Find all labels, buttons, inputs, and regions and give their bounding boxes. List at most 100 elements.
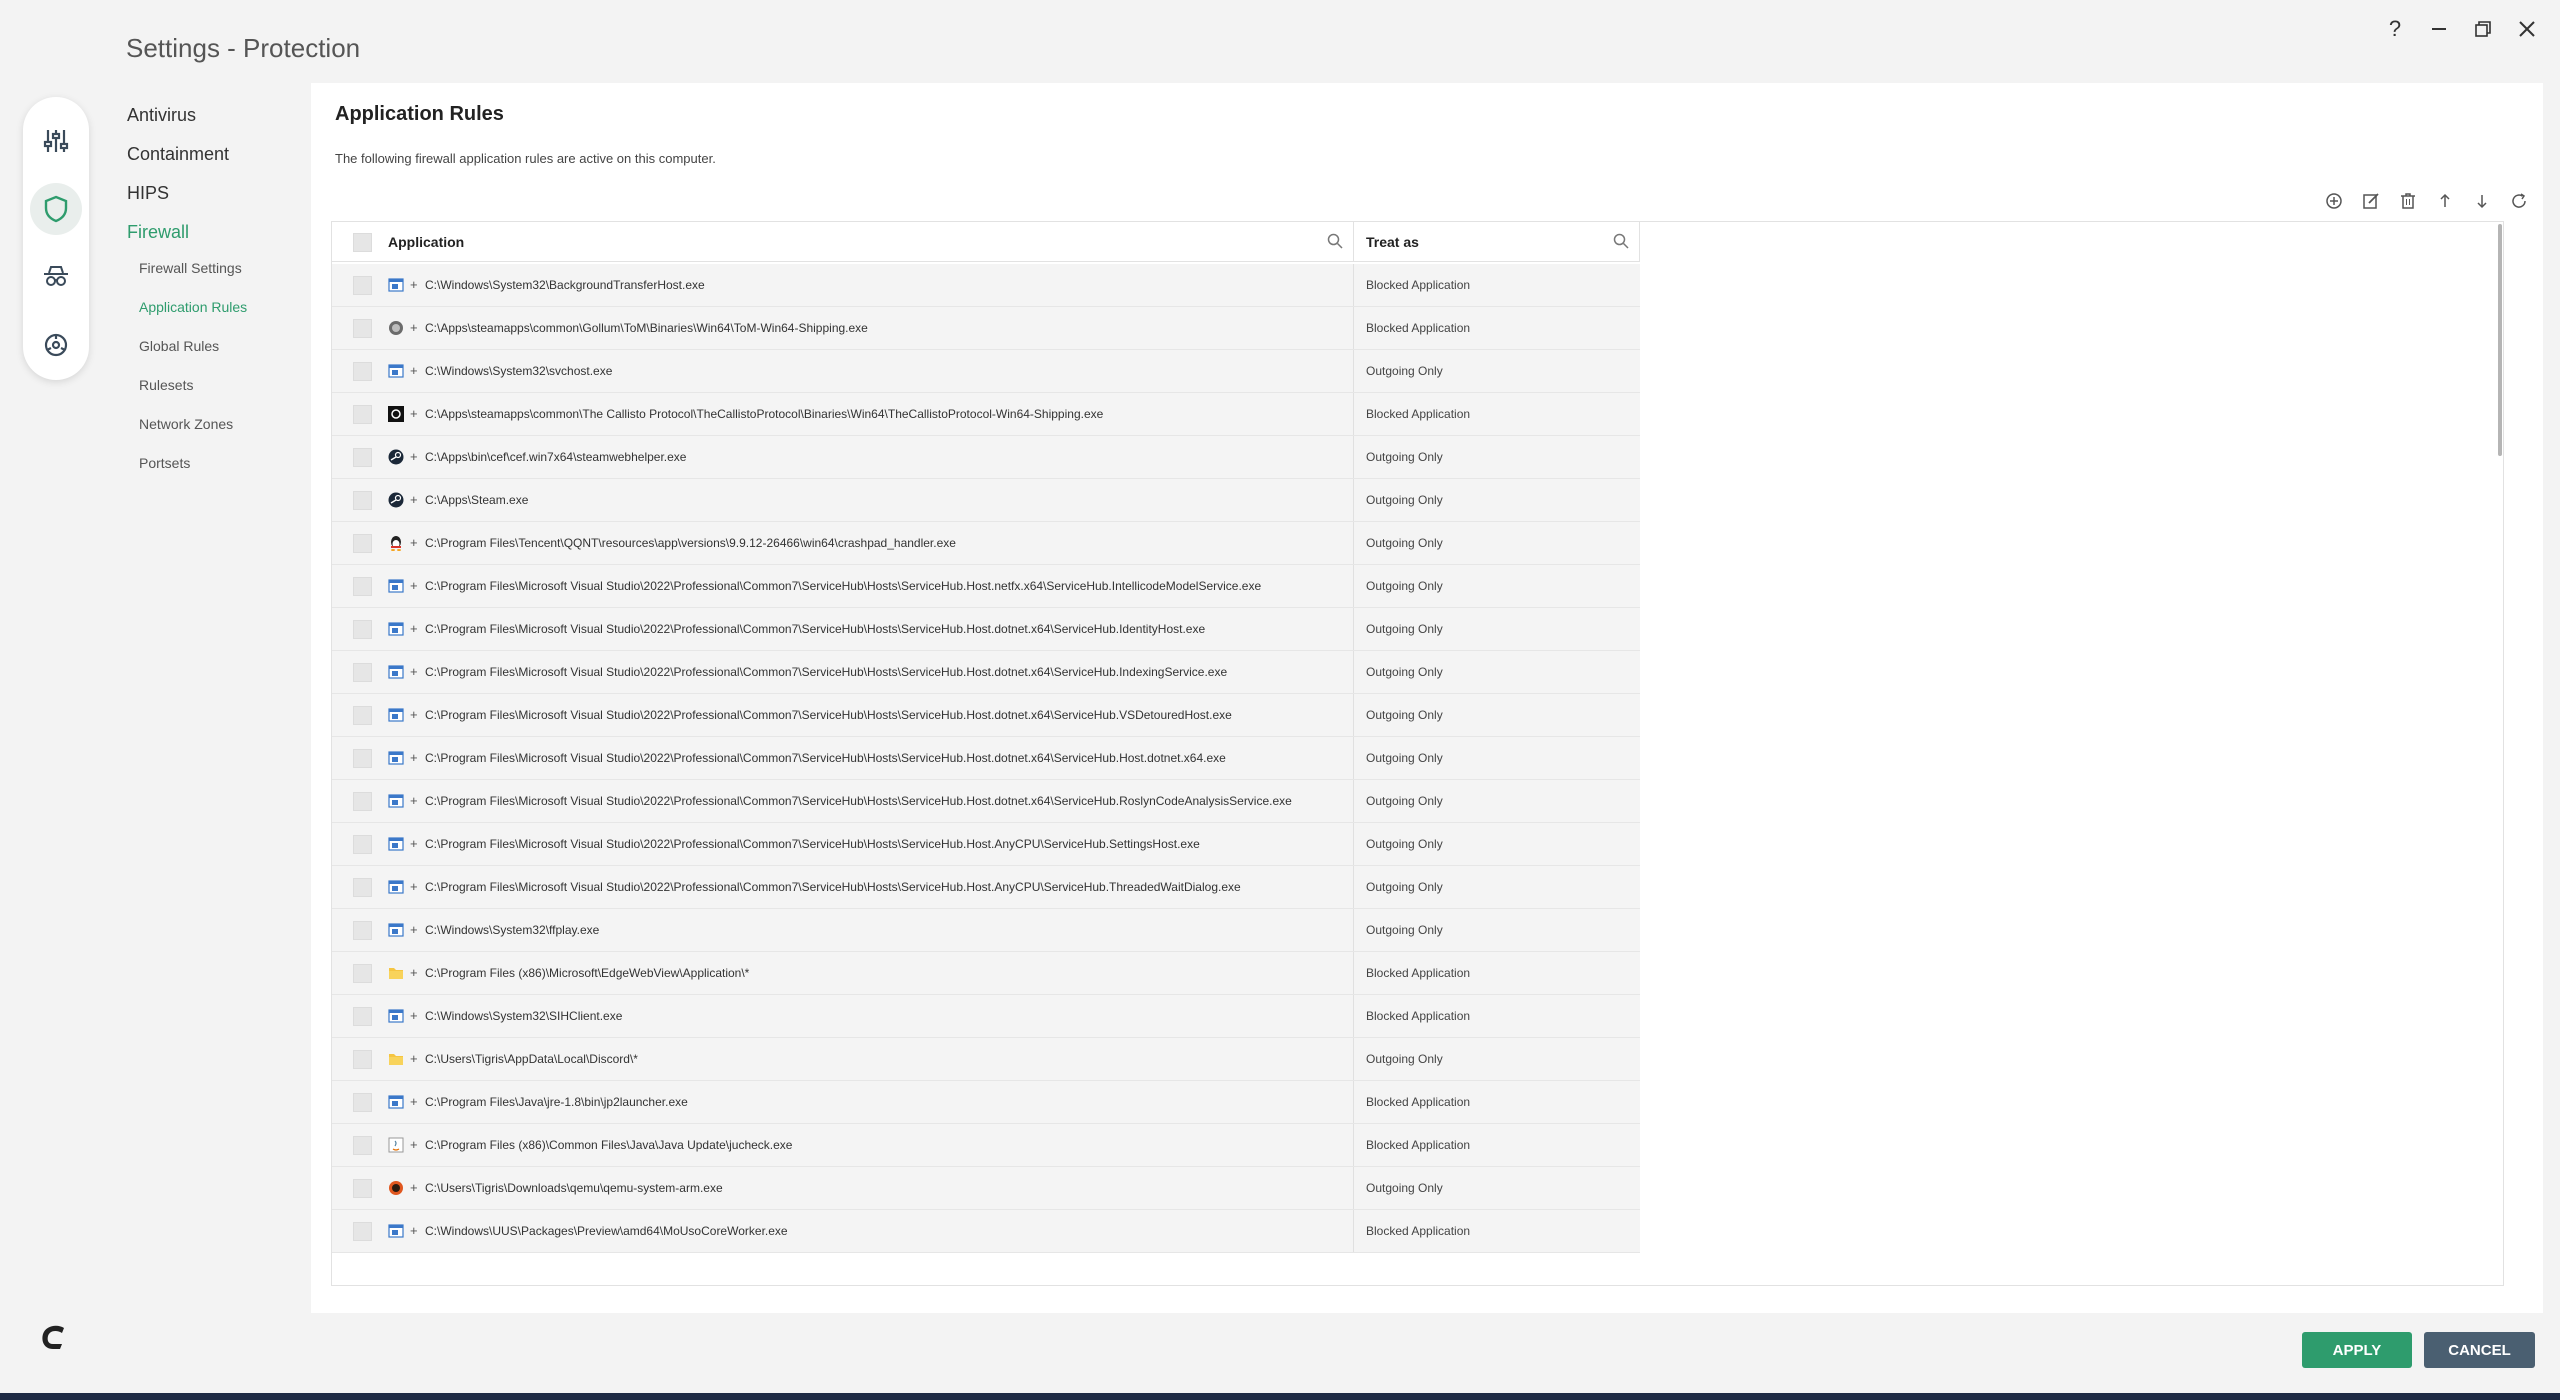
minimize-button[interactable] [2426, 14, 2452, 44]
expand-icon[interactable]: + [410, 1008, 418, 1023]
table-row[interactable]: + C:\Program Files\Microsoft Visual Studi… [332, 608, 1640, 651]
row-checkbox[interactable] [353, 405, 372, 424]
table-row[interactable]: + C:\Windows\System32\BackgroundTransferH… [332, 264, 1640, 307]
expand-icon[interactable]: + [410, 449, 418, 464]
row-checkbox[interactable] [353, 706, 372, 725]
expand-icon[interactable]: + [410, 320, 418, 335]
row-checkbox[interactable] [353, 276, 372, 295]
row-checkbox[interactable] [353, 1179, 372, 1198]
nav-antivirus[interactable]: Antivirus [127, 102, 247, 141]
table-row[interactable]: + C:\Program Files\Microsoft Visual Studi… [332, 694, 1640, 737]
expand-icon[interactable]: + [410, 750, 418, 765]
row-checkbox[interactable] [353, 663, 372, 682]
table-row[interactable]: + C:\Apps\bin\cef\cef.win7x64\steamwebhel… [332, 436, 1640, 479]
expand-icon[interactable]: + [410, 406, 418, 421]
row-checkbox[interactable] [353, 921, 372, 940]
row-checkbox[interactable] [353, 878, 372, 897]
column-treat-as[interactable]: Treat as [1354, 222, 1640, 262]
nav-firewall[interactable]: Firewall [127, 219, 247, 258]
row-checkbox[interactable] [353, 319, 372, 338]
expand-icon[interactable]: + [410, 1137, 418, 1152]
row-checkbox[interactable] [353, 534, 372, 553]
table-row[interactable]: + C:\Program Files\Tencent\QQNT\resources… [332, 522, 1640, 565]
table-row[interactable]: + C:\Program Files\Java\jre-1.8\bin\jp2la… [332, 1081, 1640, 1124]
nav-hips[interactable]: HIPS [127, 180, 247, 219]
delete-rule-button[interactable] [2398, 191, 2418, 211]
refresh-button[interactable] [2509, 191, 2529, 211]
nav-rulesets[interactable]: Rulesets [127, 375, 247, 414]
nav-containment[interactable]: Containment [127, 141, 247, 180]
row-checkbox[interactable] [353, 448, 372, 467]
expand-icon[interactable]: + [410, 1223, 418, 1238]
expand-icon[interactable]: + [410, 1094, 418, 1109]
nav-application-rules[interactable]: Application Rules [127, 297, 247, 336]
column-application[interactable]: Application [332, 222, 1354, 262]
expand-icon[interactable]: + [410, 879, 418, 894]
nav-global-rules[interactable]: Global Rules [127, 336, 247, 375]
table-row[interactable]: + C:\Program Files\Microsoft Visual Studi… [332, 780, 1640, 823]
general-settings-button[interactable] [30, 115, 82, 167]
table-row[interactable]: + C:\Program Files\Microsoft Visual Studi… [332, 737, 1640, 780]
nav-firewall-settings[interactable]: Firewall Settings [127, 258, 247, 297]
table-row[interactable]: + C:\Apps\steamapps\common\Gollum\ToM\Bin… [332, 307, 1640, 350]
row-checkbox[interactable] [353, 1136, 372, 1155]
row-checkbox[interactable] [353, 964, 372, 983]
expand-icon[interactable]: + [410, 578, 418, 593]
apply-button[interactable]: APPLY [2302, 1332, 2412, 1368]
table-row[interactable]: + C:\Program Files\Microsoft Visual Studi… [332, 866, 1640, 909]
row-checkbox[interactable] [353, 835, 372, 854]
table-row[interactable]: + C:\Apps\steamapps\common\The Callisto P… [332, 393, 1640, 436]
row-checkbox[interactable] [353, 620, 372, 639]
row-checkbox[interactable] [353, 362, 372, 381]
nav-network-zones[interactable]: Network Zones [127, 414, 247, 453]
expand-icon[interactable]: + [410, 1051, 418, 1066]
table-row[interactable]: + C:\Program Files\Microsoft Visual Studi… [332, 565, 1640, 608]
expand-icon[interactable]: + [410, 922, 418, 937]
row-checkbox[interactable] [353, 1050, 372, 1069]
table-row[interactable]: + C:\Users\Tigris\Downloads\qemu\qemu-sys… [332, 1167, 1640, 1210]
nav-portsets[interactable]: Portsets [127, 453, 247, 492]
expand-icon[interactable]: + [410, 965, 418, 980]
row-checkbox[interactable] [353, 1007, 372, 1026]
expand-icon[interactable]: + [410, 492, 418, 507]
expand-icon[interactable]: + [410, 664, 418, 679]
expand-icon[interactable]: + [410, 793, 418, 808]
table-scrollbar[interactable] [2497, 222, 2503, 1285]
edit-rule-button[interactable] [2361, 191, 2381, 211]
treat-as-search-icon[interactable] [1613, 233, 1629, 252]
cancel-button[interactable]: CANCEL [2424, 1332, 2535, 1368]
advanced-protection-button[interactable] [30, 319, 82, 371]
row-checkbox[interactable] [353, 1222, 372, 1241]
move-down-button[interactable] [2472, 191, 2492, 211]
close-button[interactable] [2514, 14, 2540, 44]
table-row[interactable]: + C:\Users\Tigris\AppData\Local\Discord\*… [332, 1038, 1640, 1081]
table-row[interactable]: + C:\Program Files (x86)\Microsoft\EdgeWe… [332, 952, 1640, 995]
table-row[interactable]: + C:\Apps\Steam.exe Outgoing Only [332, 479, 1640, 522]
expand-icon[interactable]: + [410, 621, 418, 636]
table-row[interactable]: + C:\Windows\System32\ffplay.exe Outgoing … [332, 909, 1640, 952]
row-checkbox[interactable] [353, 792, 372, 811]
row-checkbox[interactable] [353, 577, 372, 596]
protection-button[interactable] [30, 183, 82, 235]
move-up-button[interactable] [2435, 191, 2455, 211]
table-row[interactable]: + C:\Windows\System32\SIHClient.exe Blocke… [332, 995, 1640, 1038]
add-rule-button[interactable] [2324, 191, 2344, 211]
row-checkbox[interactable] [353, 491, 372, 510]
table-row[interactable]: + C:\Windows\System32\svchost.exe Outgoing… [332, 350, 1640, 393]
row-checkbox[interactable] [353, 749, 372, 768]
table-row[interactable]: + C:\Windows\UUS\Packages\Preview\amd64\M… [332, 1210, 1640, 1253]
expand-icon[interactable]: + [410, 535, 418, 550]
table-row[interactable]: + C:\Program Files\Microsoft Visual Studi… [332, 651, 1640, 694]
expand-icon[interactable]: + [410, 277, 418, 292]
row-checkbox[interactable] [353, 1093, 372, 1112]
expand-icon[interactable]: + [410, 707, 418, 722]
expand-icon[interactable]: + [410, 836, 418, 851]
expand-icon[interactable]: + [410, 1180, 418, 1195]
scrollbar-thumb[interactable] [2498, 224, 2502, 456]
table-row[interactable]: + C:\Program Files\Microsoft Visual Studi… [332, 823, 1640, 866]
help-button[interactable]: ? [2382, 14, 2408, 44]
restore-button[interactable] [2470, 14, 2496, 44]
application-search-icon[interactable] [1327, 233, 1343, 252]
privacy-button[interactable] [30, 251, 82, 303]
table-row[interactable]: + C:\Program Files (x86)\Common Files\Jav… [332, 1124, 1640, 1167]
